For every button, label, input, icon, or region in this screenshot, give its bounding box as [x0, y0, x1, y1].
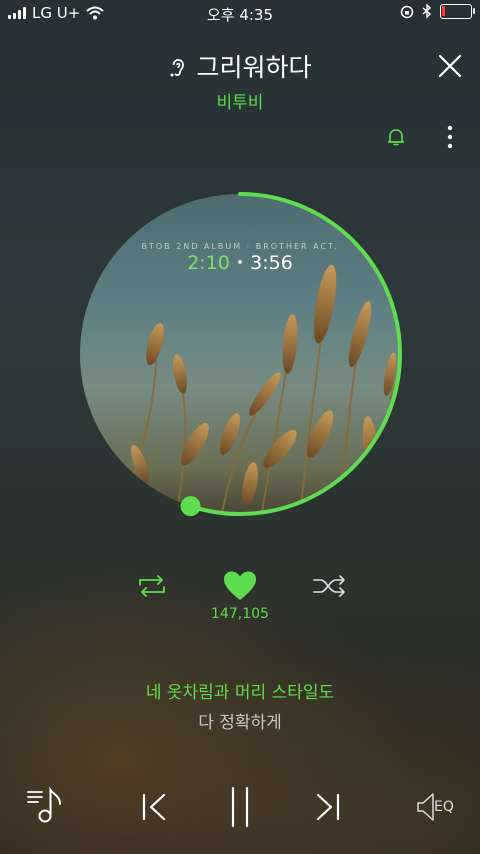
orientation-lock-icon	[400, 5, 414, 18]
more-options-icon[interactable]	[440, 124, 460, 150]
bell-icon[interactable]	[386, 127, 406, 147]
status-right	[400, 4, 475, 19]
close-icon[interactable]	[436, 52, 464, 80]
album-player: BTOB 2ND ALBUM · BROTHER ACT. 2:10 • 3:56	[66, 180, 414, 540]
bluetooth-icon	[422, 4, 432, 19]
next-track-icon[interactable]	[312, 792, 342, 822]
song-title: 그리워하다	[196, 53, 312, 82]
eq-label: EQ	[434, 799, 454, 815]
heart-icon[interactable]	[222, 570, 258, 602]
playlist-icon[interactable]	[26, 786, 66, 824]
status-bar: LG U+ 오후 4:35	[0, 0, 480, 26]
repeat-icon[interactable]	[134, 574, 170, 598]
artist-name[interactable]: 비투비	[0, 88, 480, 113]
battery-icon	[440, 4, 475, 19]
song-title-row[interactable]: 그리워하다	[0, 48, 480, 84]
like-count: 147,105	[211, 606, 269, 622]
equalizer-button[interactable]: EQ	[414, 790, 464, 824]
shuffle-icon[interactable]	[312, 574, 348, 598]
progress-handle[interactable]	[180, 496, 201, 517]
lyric-next-line[interactable]: 다 정확하게	[0, 708, 480, 733]
progress-arc	[188, 192, 402, 516]
pause-icon[interactable]	[226, 786, 254, 828]
previous-track-icon[interactable]	[140, 792, 170, 822]
progress-ring[interactable]	[66, 180, 414, 540]
lyric-current-line[interactable]: 네 옷차림과 머리 스타일도	[0, 678, 480, 703]
hearing-icon	[170, 59, 185, 77]
